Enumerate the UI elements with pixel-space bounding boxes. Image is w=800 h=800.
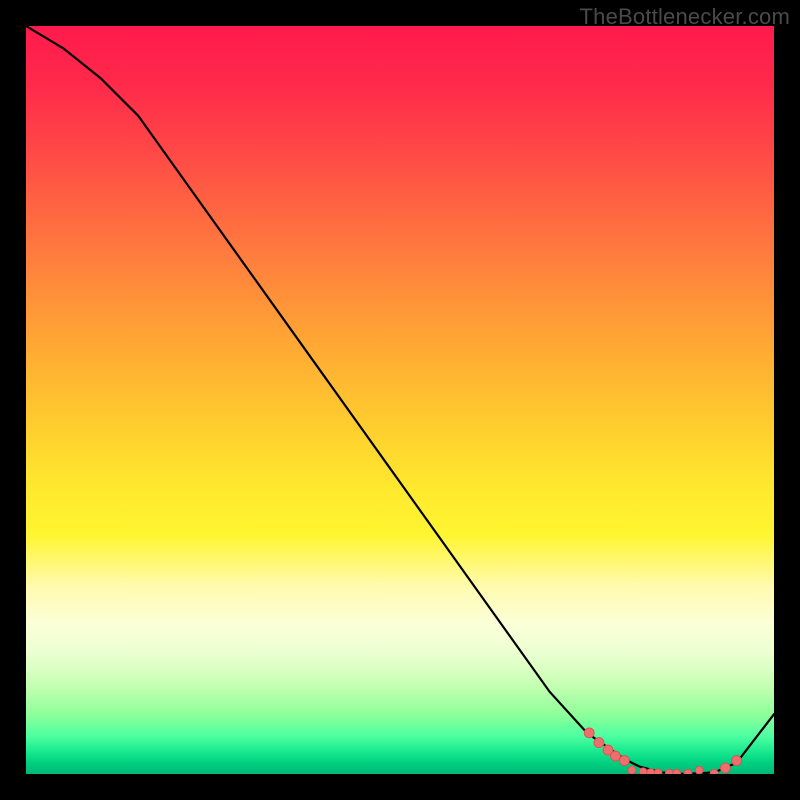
data-marker <box>594 738 604 748</box>
data-marker <box>639 768 647 774</box>
watermark-text: TheBottlenecker.com <box>580 4 790 30</box>
data-markers <box>584 728 741 774</box>
data-marker <box>710 769 718 774</box>
data-marker <box>619 756 629 766</box>
chart-svg <box>26 26 774 774</box>
data-marker <box>584 728 594 738</box>
data-marker <box>665 769 673 774</box>
data-marker <box>732 756 742 766</box>
plot-area <box>26 26 774 774</box>
chart-container <box>26 26 774 774</box>
data-marker <box>628 766 636 774</box>
data-marker <box>654 769 662 774</box>
bottleneck-curve <box>26 26 774 774</box>
data-marker <box>695 766 703 774</box>
data-marker <box>673 769 681 774</box>
data-marker <box>720 763 730 773</box>
data-marker <box>610 751 620 761</box>
data-marker <box>684 769 692 774</box>
data-marker <box>647 769 655 775</box>
